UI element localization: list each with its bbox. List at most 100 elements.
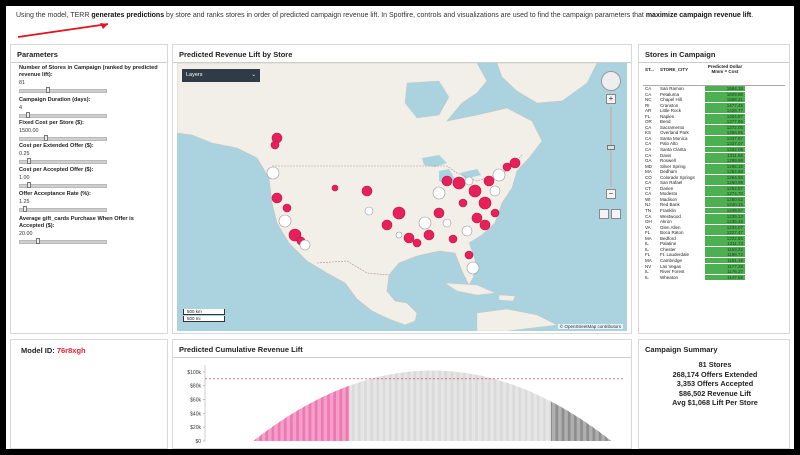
cumulative-bar[interactable] [281,420,283,441]
cumulative-bar[interactable] [554,403,556,441]
slider-track[interactable] [19,114,107,118]
cumulative-bar[interactable] [578,417,580,441]
cumulative-bar[interactable] [492,378,494,441]
cumulative-bar[interactable] [534,393,536,441]
cumulative-bar[interactable] [432,370,433,441]
cumulative-bar[interactable] [375,377,377,441]
cumulative-bar[interactable] [391,374,393,441]
cumulative-bar[interactable] [328,394,329,441]
cumulative-bar[interactable] [329,393,331,441]
slider-thumb[interactable] [35,238,40,244]
cumulative-bar[interactable] [535,394,537,441]
parameter-value[interactable]: 4 [19,105,159,111]
cumulative-bar[interactable] [311,402,313,441]
cumulative-bar[interactable] [488,377,489,441]
map-svg[interactable] [177,63,627,331]
cumulative-bar[interactable] [572,414,574,441]
cumulative-bar[interactable] [395,373,396,441]
cumulative-bar[interactable] [387,374,389,441]
store-marker[interactable] [412,238,422,248]
cumulative-bar[interactable] [538,395,539,441]
cumulative-bar[interactable] [261,434,263,441]
cumulative-bar[interactable] [254,440,255,441]
cumulative-bar[interactable] [392,373,394,441]
cumulative-bar[interactable] [405,372,407,441]
cumulative-bar[interactable] [540,396,542,441]
cumulative-bar[interactable] [597,431,599,441]
cumulative-bar[interactable] [427,370,428,441]
cumulative-bar[interactable] [402,372,403,441]
cumulative-bar[interactable] [505,382,507,441]
cumulative-bar[interactable] [398,372,400,441]
cumulative-bar[interactable] [396,373,397,441]
store-marker[interactable] [471,212,483,224]
cumulative-bar[interactable] [336,390,338,441]
cumulative-bar[interactable] [558,405,560,441]
cumulative-bar[interactable] [380,376,382,441]
cumulative-bar[interactable] [381,376,383,441]
slider-thumb[interactable] [23,206,28,212]
parameter-slider[interactable] [19,206,107,212]
cumulative-bar[interactable] [485,376,487,441]
cumulative-bar[interactable] [289,414,291,441]
cumulative-bar[interactable] [341,388,342,441]
cumulative-bar[interactable] [366,380,368,441]
cumulative-bar[interactable] [300,408,302,441]
cumulative-bar[interactable] [270,427,272,441]
cumulative-bar[interactable] [553,403,555,441]
cumulative-bar[interactable] [546,399,548,441]
cumulative-bar[interactable] [453,371,455,441]
cumulative-bar[interactable] [603,435,605,441]
cumulative-bar[interactable] [437,370,439,441]
parameter-slider[interactable] [19,87,107,93]
cumulative-bar[interactable] [260,435,261,441]
store-marker[interactable] [361,185,373,197]
cumulative-bar[interactable] [547,399,549,441]
store-marker[interactable] [271,192,283,204]
cumulative-bar[interactable] [582,420,584,441]
cumulative-bar[interactable] [288,415,290,441]
cumulative-bar[interactable] [414,371,415,441]
cumulative-bar[interactable] [519,387,520,441]
cumulative-bar[interactable] [605,436,606,441]
cumulative-bar[interactable] [478,375,480,441]
cumulative-bar[interactable] [420,370,421,441]
cumulative-bar[interactable] [464,372,465,441]
cumulative-bar[interactable] [502,381,504,441]
cumulative-bar[interactable] [294,411,296,441]
cumulative-bar[interactable] [440,370,442,441]
cumulative-bar[interactable] [362,381,364,441]
cumulative-bar[interactable] [528,391,530,441]
cumulative-bar[interactable] [325,395,327,441]
cumulative-bar[interactable] [313,401,315,441]
cumulative-bar[interactable] [599,431,600,441]
cumulative-bar[interactable] [334,391,335,441]
cumulative-bar[interactable] [276,423,278,441]
cumulative-bar[interactable] [284,418,285,441]
cumulative-bar[interactable] [508,383,510,441]
cumulative-bar[interactable] [374,377,376,441]
col-value-header[interactable]: Predicted Dollar Mmm = Cost [705,64,745,74]
cumulative-bar[interactable] [361,381,363,441]
cumulative-bar[interactable] [423,370,425,441]
cumulative-bar[interactable] [473,374,475,441]
cumulative-bar[interactable] [338,389,340,441]
store-marker[interactable] [464,250,474,260]
cumulative-bar[interactable] [585,422,587,441]
cumulative-bar[interactable] [501,381,502,441]
cumulative-bar[interactable] [570,412,572,441]
cumulative-bar[interactable] [442,370,444,441]
cumulative-bar[interactable] [560,407,562,441]
slider-track[interactable] [19,160,107,164]
cumulative-bar[interactable] [264,431,266,441]
cumulative-bar[interactable] [379,376,381,441]
cumulative-bar[interactable] [411,371,413,441]
store-marker[interactable] [461,225,473,237]
cumulative-bar[interactable] [297,410,298,441]
cumulative-bar[interactable] [513,385,514,441]
store-marker[interactable] [442,218,452,228]
cumulative-bar[interactable] [353,384,354,441]
cumulative-bar[interactable] [322,397,323,441]
cumulative-bar[interactable] [466,373,468,441]
cumulative-bar[interactable] [484,376,486,441]
